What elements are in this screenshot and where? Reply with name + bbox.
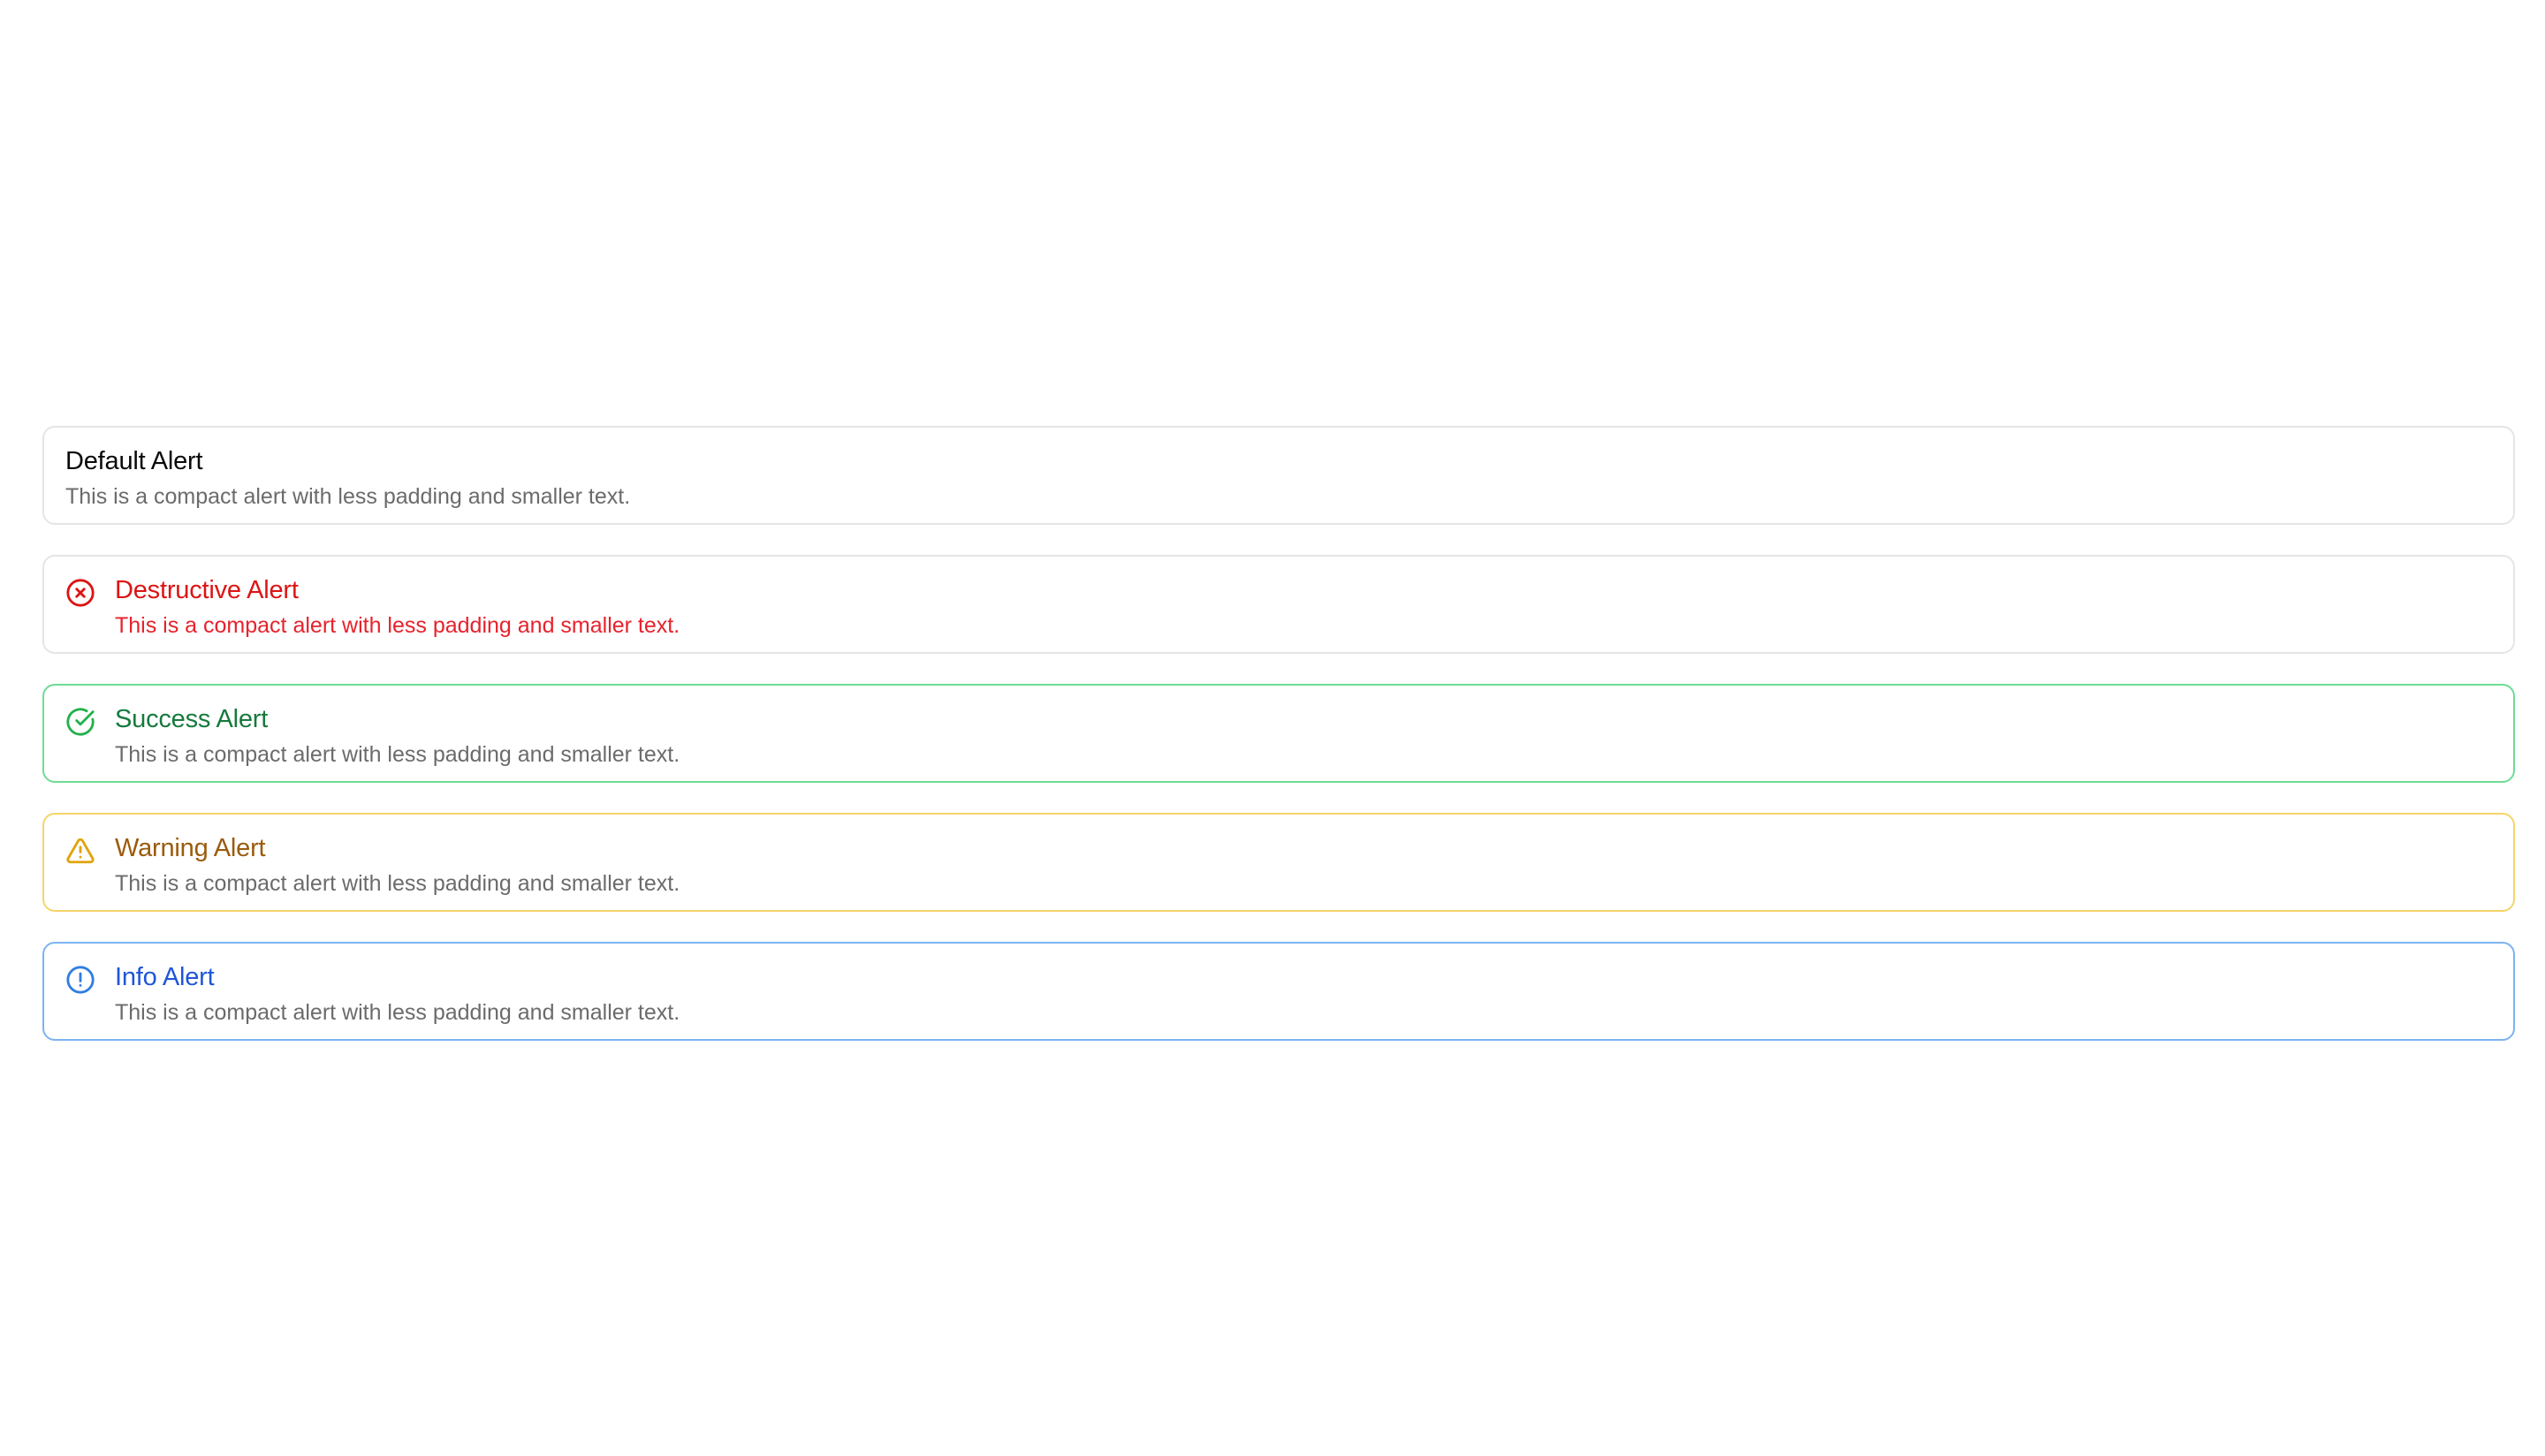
alert-content: Default Alert This is a compact alert wi… (65, 445, 630, 511)
warning-alert: Warning Alert This is a compact alert wi… (42, 813, 2515, 912)
triangle-alert-icon (65, 836, 95, 866)
destructive-alert: Destructive Alert This is a compact aler… (42, 555, 2515, 654)
alert-stack: Default Alert This is a compact alert wi… (42, 426, 2515, 1041)
alert-content: Warning Alert This is a compact alert wi… (115, 832, 680, 898)
alert-content: Success Alert This is a compact alert wi… (115, 703, 680, 769)
alert-title: Warning Alert (115, 834, 266, 862)
success-alert: Success Alert This is a compact alert wi… (42, 684, 2515, 783)
alert-content: Destructive Alert This is a compact aler… (115, 574, 680, 640)
alert-title: Destructive Alert (115, 576, 299, 604)
alert-content: Info Alert This is a compact alert with … (115, 961, 680, 1027)
alert-description: This is a compact alert with less paddin… (65, 484, 631, 509)
info-circle-icon (65, 965, 95, 995)
alert-title: Success Alert (115, 705, 269, 733)
x-circle-icon (65, 578, 95, 608)
alert-title: Info Alert (115, 963, 215, 991)
alert-description: This is a compact alert with less paddin… (115, 742, 680, 767)
alert-description: This is a compact alert with less paddin… (115, 871, 680, 896)
default-alert: Default Alert This is a compact alert wi… (42, 426, 2515, 525)
check-circle-icon (65, 707, 95, 737)
alert-title: Default Alert (65, 447, 203, 475)
info-alert: Info Alert This is a compact alert with … (42, 942, 2515, 1041)
alert-description: This is a compact alert with less paddin… (115, 1000, 680, 1025)
alert-description: This is a compact alert with less paddin… (115, 613, 680, 638)
